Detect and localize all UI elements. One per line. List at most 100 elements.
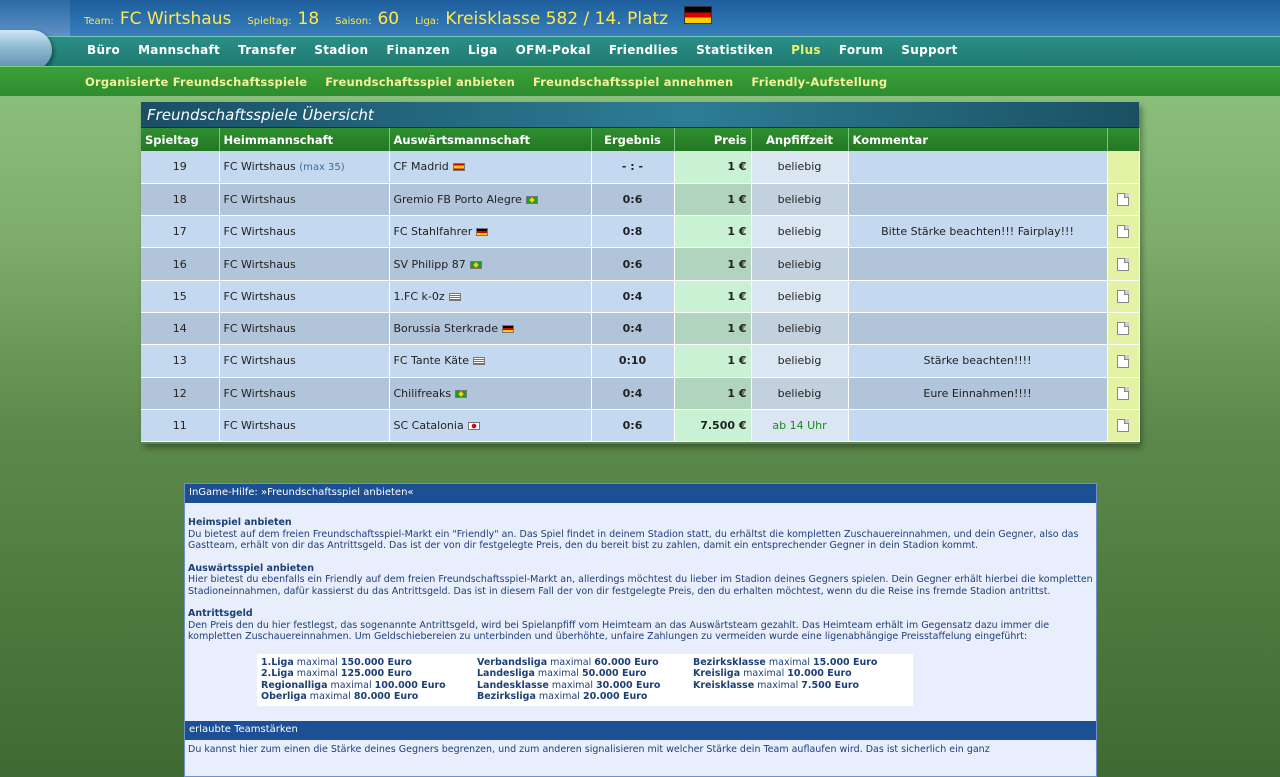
- home-team-name[interactable]: FC Wirtshaus: [224, 225, 296, 238]
- home-team-cell: FC Wirtshaus: [219, 409, 390, 443]
- away-team-name[interactable]: 1.FC k-0z: [394, 290, 445, 303]
- away-team-name[interactable]: FC Stahlfahrer: [394, 225, 473, 238]
- column-header-auswärtsmannschaft: Auswärtsmannschaft: [389, 128, 592, 151]
- match-report-icon[interactable]: [1117, 386, 1129, 400]
- nav-item-büro[interactable]: Büro: [78, 43, 129, 57]
- limit-word: maximal: [757, 679, 799, 691]
- main-nav: Büro Mannschaft Transfer Stadion Finanzen Lig…: [0, 36, 1280, 66]
- help-paragraph: Du bietest auf dem freien Freundschaftss…: [188, 528, 1079, 552]
- match-report-icon[interactable]: [1117, 322, 1129, 336]
- limit-word: maximal: [538, 691, 580, 702]
- country-flag-icon: [448, 292, 461, 301]
- country-flag-icon: [469, 260, 482, 269]
- away-team-name[interactable]: Borussia Sterkrade: [394, 322, 499, 335]
- country-flag-icon: [502, 325, 514, 334]
- table-row: 18 FC Wirtshaus Gremio FB Porto Alegre 0:6 1…: [141, 183, 1140, 217]
- subnav-item-freundschaftsspiel-anbieten[interactable]: Freundschaftsspiel anbieten: [316, 75, 524, 89]
- ingame-help: InGame-Hilfe: »Freundschaftsspiel anbiet…: [184, 483, 1097, 777]
- spieltag-cell: 11: [141, 409, 220, 443]
- away-team-name[interactable]: SC Catalonia: [394, 419, 464, 432]
- spieltag-cell: 19: [141, 151, 220, 184]
- kickoff-cell: beliebig: [751, 377, 849, 410]
- nav-item-friendlies[interactable]: Friendlies: [600, 43, 687, 57]
- germany-flag-icon: [684, 6, 713, 24]
- column-header-preis: Preis: [674, 128, 752, 151]
- home-team-name[interactable]: FC Wirtshaus: [224, 419, 296, 432]
- column-header-ergebnis: Ergebnis: [591, 128, 675, 151]
- liga-value[interactable]: Kreisklasse 582 / 14. Platz: [445, 9, 668, 29]
- home-team-name[interactable]: FC Wirtshaus: [224, 322, 296, 335]
- away-team-name[interactable]: Chilifreaks: [394, 387, 452, 400]
- action-cell: [1107, 312, 1140, 346]
- match-report-icon[interactable]: [1117, 419, 1129, 433]
- column-header-anpfiffzeit: Anpfiffzeit: [751, 128, 849, 151]
- result-cell: 0:4: [591, 312, 675, 346]
- action-cell: [1107, 183, 1140, 217]
- league-name: Landesklasse: [477, 679, 549, 691]
- home-team-name[interactable]: FC Wirtshaus: [224, 193, 296, 206]
- match-report-icon[interactable]: [1117, 225, 1129, 239]
- saison-label: Saison:: [335, 16, 372, 27]
- home-team-name[interactable]: FC Wirtshaus: [224, 387, 296, 400]
- price-limit-entry: Landesliga maximal 50.000 Euro: [477, 668, 693, 680]
- match-report-icon[interactable]: [1117, 193, 1129, 207]
- subnav-item-friendly-aufstellung[interactable]: Friendly-Aufstellung: [742, 75, 896, 89]
- home-team-name[interactable]: FC Wirtshaus: [224, 160, 296, 173]
- home-team-name[interactable]: FC Wirtshaus: [224, 290, 296, 303]
- kickoff-cell: beliebig: [751, 215, 849, 249]
- limit-word: maximal: [550, 656, 592, 668]
- nav-item-mannschaft[interactable]: Mannschaft: [129, 43, 229, 57]
- away-team-name[interactable]: Gremio FB Porto Alegre: [394, 193, 522, 206]
- limit-word: maximal: [309, 691, 351, 702]
- result-cell: - : -: [591, 151, 675, 184]
- nav-item-ofm-pokal[interactable]: OFM-Pokal: [507, 43, 600, 57]
- away-team-name[interactable]: SV Philipp 87: [394, 258, 466, 271]
- home-team-name[interactable]: FC Wirtshaus: [224, 258, 296, 271]
- spieltag-cell: 12: [141, 377, 220, 410]
- comment-cell: Bitte Stärke beachten!!! Fairplay!!!: [848, 215, 1108, 249]
- away-team-name[interactable]: FC Tante Käte: [394, 354, 470, 367]
- match-report-icon[interactable]: [1117, 257, 1129, 271]
- home-team-cell: FC Wirtshaus: [219, 183, 390, 217]
- price-limit-entry: Kreisklasse maximal 7.500 Euro: [693, 680, 909, 692]
- subnav-item-freundschaftsspiel-annehmen[interactable]: Freundschaftsspiel annehmen: [524, 75, 742, 89]
- nav-item-liga[interactable]: Liga: [459, 43, 507, 57]
- action-cell: [1107, 151, 1140, 184]
- nav-item-stadion[interactable]: Stadion: [305, 43, 377, 57]
- limit-amount: 100.000 Euro: [374, 679, 446, 691]
- away-team-name[interactable]: CF Madrid: [394, 160, 449, 173]
- home-team-cell: FC Wirtshaus: [219, 377, 390, 410]
- nav-item-finanzen[interactable]: Finanzen: [377, 43, 459, 57]
- price-limit-entry: Bezirksliga maximal 20.000 Euro: [477, 691, 693, 703]
- match-report-icon[interactable]: [1117, 354, 1129, 368]
- kickoff-cell: beliebig: [751, 151, 849, 184]
- limit-word: maximal: [330, 679, 372, 691]
- nav-item-support[interactable]: Support: [892, 43, 966, 57]
- team-bar: Team: FC Wirtshaus Spieltag: 18 Saison: …: [0, 0, 1280, 36]
- match-report-icon[interactable]: [1117, 290, 1129, 304]
- nav-item-transfer[interactable]: Transfer: [229, 43, 305, 57]
- price-limits-column: Bezirksklasse maximal 15.000 Euro Kreisli…: [693, 657, 909, 703]
- result-cell: 0:6: [591, 247, 675, 281]
- saison-value: 60: [377, 9, 400, 29]
- nav-item-forum[interactable]: Forum: [830, 43, 892, 57]
- league-name: 2.Liga: [261, 668, 294, 679]
- sub-nav: Organisierte Freundschaftsspiele Freundsc…: [0, 66, 1280, 96]
- nav-item-plus[interactable]: Plus: [782, 43, 830, 57]
- team-name[interactable]: FC Wirtshaus: [120, 9, 232, 29]
- away-team-cell: Gremio FB Porto Alegre: [389, 183, 592, 217]
- action-cell: [1107, 280, 1140, 313]
- home-team-cell: FC Wirtshaus (max 35): [219, 151, 390, 184]
- home-team-name[interactable]: FC Wirtshaus: [224, 354, 296, 367]
- help-section2-title: erlaubte Teamstärken: [185, 720, 1096, 740]
- result-cell: 0:10: [591, 344, 675, 378]
- home-team-cell: FC Wirtshaus: [219, 312, 390, 346]
- nav-item-statistiken[interactable]: Statistiken: [687, 43, 782, 57]
- limit-amount: 7.500 Euro: [801, 679, 860, 691]
- league-name: Regionalliga: [261, 679, 328, 691]
- subnav-item-organisierte-freundschaftsspiele[interactable]: Organisierte Freundschaftsspiele: [76, 75, 316, 89]
- price-limit-entry: Oberliga maximal 80.000 Euro: [261, 691, 477, 703]
- price-limits-column: 1.Liga maximal 150.000 Euro 2.Liga maxima…: [261, 657, 477, 703]
- spieltag-cell: 16: [141, 247, 220, 281]
- limit-amount: 50.000 Euro: [581, 668, 647, 679]
